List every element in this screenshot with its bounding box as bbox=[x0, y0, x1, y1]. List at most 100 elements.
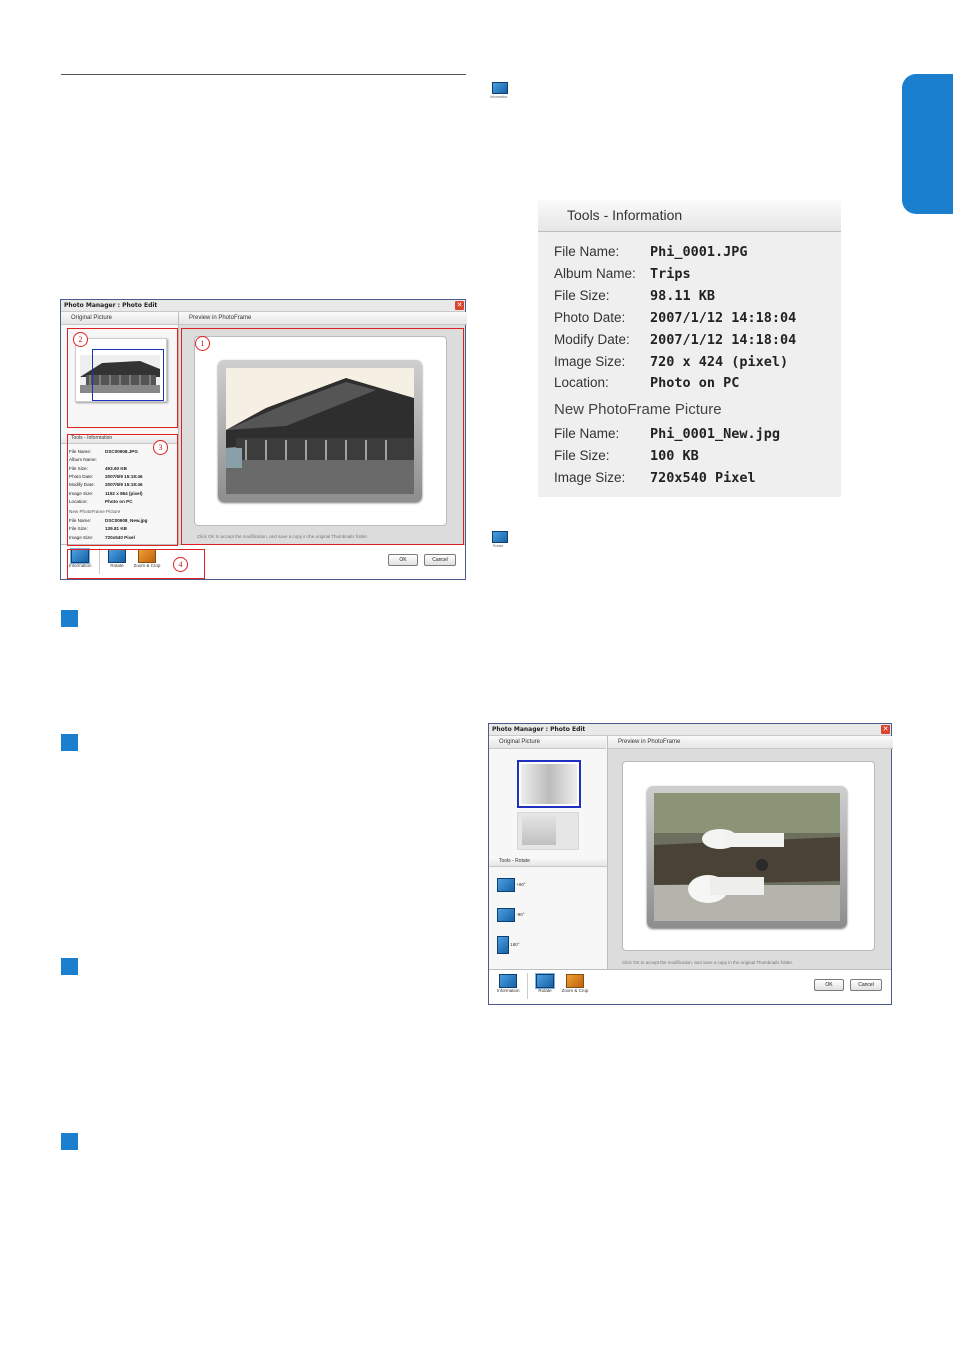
rotate-180-option[interactable]: 180° bbox=[497, 936, 537, 954]
callout-4: 4 bbox=[173, 557, 188, 572]
info-key: File Size: bbox=[69, 526, 88, 532]
info-value: DSC00908_New.jpg bbox=[105, 518, 148, 524]
info-row: Location: Photo on PC bbox=[554, 375, 739, 391]
new-info-row: File Size: 139.81 KB bbox=[69, 526, 127, 531]
info-value: 2007/1/12 14:18:04 bbox=[650, 331, 797, 348]
window-title: Photo Manager : Photo Edit bbox=[61, 300, 465, 312]
step-marker-3 bbox=[61, 958, 78, 975]
cancel-button[interactable]: Cancel bbox=[850, 979, 882, 991]
info-key: Image Size: bbox=[69, 490, 94, 496]
close-icon[interactable]: ✕ bbox=[455, 301, 464, 310]
info-value: 139.81 KB bbox=[105, 526, 127, 532]
section-rule bbox=[61, 74, 466, 75]
callout-2: 2 bbox=[73, 332, 88, 347]
info-value: 493.60 KB bbox=[105, 465, 127, 471]
close-icon[interactable]: ✕ bbox=[881, 725, 890, 734]
zoom-crop-tool[interactable]: Zoom & Crop bbox=[561, 974, 589, 993]
cancel-button[interactable]: Cancel bbox=[424, 554, 456, 566]
information-icon-label: Information bbox=[490, 95, 508, 99]
info-key: Location: bbox=[554, 375, 609, 391]
info-row: Photo Date: 2007/6/9 15:18:46 bbox=[69, 474, 143, 479]
info-row: File Name: DSC00908.JPG bbox=[69, 449, 138, 454]
info-row: Modify Date: 2007/1/12 14:18:04 bbox=[554, 332, 796, 348]
step-marker-1 bbox=[61, 610, 78, 627]
photo-edit-window-rotate: Photo Manager : Photo Edit ✕ Original Pi… bbox=[488, 723, 893, 1005]
rotate-icon bbox=[535, 973, 555, 989]
language-side-tab bbox=[902, 74, 953, 214]
original-thumbnail[interactable] bbox=[517, 760, 581, 808]
rotate-minus90-label: -90° bbox=[516, 912, 525, 918]
info-key: File Size: bbox=[554, 448, 610, 464]
rotate-plus90-option[interactable]: +90° bbox=[497, 878, 537, 892]
rotate-180-label: 180° bbox=[510, 942, 520, 948]
original-picture-header: Original Picture bbox=[61, 312, 178, 325]
info-key: File Name: bbox=[554, 426, 620, 442]
ghost-photo bbox=[522, 815, 556, 845]
ok-button[interactable]: OK bbox=[814, 979, 844, 991]
rotate-tool-label: Rotate bbox=[538, 988, 552, 993]
info-key: File Size: bbox=[554, 287, 610, 303]
info-key: Image Size: bbox=[554, 470, 626, 486]
rotate-minus90-option[interactable]: -90° bbox=[497, 908, 537, 922]
info-value: 720 x 424 (pixel) bbox=[650, 353, 789, 370]
step-marker-2 bbox=[61, 734, 78, 751]
new-info-row: File Name: DSC00908_New.jpg bbox=[69, 518, 147, 523]
info-value: DSC00908.JPG bbox=[105, 449, 138, 454]
callout-1: 1 bbox=[195, 336, 210, 351]
rotated-thumbnail-ghost bbox=[517, 812, 579, 850]
info-key: Photo Date: bbox=[69, 473, 94, 479]
new-photoframe-title: New PhotoFrame Picture bbox=[69, 509, 121, 515]
window-title: Photo Manager : Photo Edit bbox=[489, 724, 891, 736]
zoom-crop-tool-label: Zoom & Crop bbox=[561, 988, 589, 993]
info-row: Photo Date: 2007/1/12 14:18:04 bbox=[554, 310, 796, 326]
preview-photo bbox=[654, 793, 840, 921]
info-key: Location: bbox=[69, 498, 88, 504]
info-row: Image Size: 1152 x 864 (pixel) bbox=[69, 491, 143, 496]
hint-text: Click OK to accept the modification, and… bbox=[622, 960, 794, 965]
ok-button[interactable]: OK bbox=[388, 554, 418, 566]
info-row: File Size: 98.11 KB bbox=[554, 288, 715, 304]
info-key: File Size: bbox=[69, 465, 88, 471]
callout-3: 3 bbox=[153, 440, 168, 455]
info-row: File Size: 493.60 KB bbox=[69, 466, 127, 471]
info-value: 1152 x 864 (pixel) bbox=[105, 490, 143, 496]
info-value: 720x540 Pixel bbox=[105, 534, 135, 540]
info-value: 2007/6/9 15:18:46 bbox=[105, 473, 143, 479]
info-row: Image Size: 720 x 424 (pixel) bbox=[554, 354, 788, 370]
information-icon bbox=[492, 82, 508, 94]
info-value: Phi_0001.JPG bbox=[650, 244, 748, 260]
new-info-row: Image Size: 720x540 Pixel bbox=[554, 470, 756, 486]
info-row: Album Name: bbox=[69, 457, 105, 462]
rotate-plus90-label: +90° bbox=[516, 882, 526, 888]
new-info-row: Image Size: 720x540 Pixel bbox=[69, 535, 135, 540]
rotate-tool[interactable]: Rotate bbox=[535, 973, 555, 993]
info-key: Photo Date: bbox=[554, 309, 626, 325]
information-tool[interactable]: Information bbox=[497, 974, 520, 993]
step-marker-4 bbox=[61, 1133, 78, 1150]
rotate-ccw-icon bbox=[497, 908, 515, 922]
info-value: 2007/6/9 15:18:46 bbox=[105, 482, 143, 488]
panel-header: Tools - Information bbox=[538, 200, 841, 232]
original-picture-header: Original Picture bbox=[489, 736, 606, 749]
info-value: Photo on PC bbox=[650, 375, 740, 392]
info-value: 98.11 KB bbox=[650, 287, 716, 304]
info-key: Modify Date: bbox=[69, 482, 95, 488]
tools-header: Tools - Rotate bbox=[489, 857, 607, 867]
info-value: 100 KB bbox=[650, 448, 699, 465]
tools-information-panel: Tools - Information File Name: Phi_0001.J… bbox=[538, 200, 841, 497]
info-value: Photo on PC bbox=[105, 498, 133, 504]
information-icon bbox=[499, 974, 517, 988]
info-key: Album Name: bbox=[69, 457, 97, 463]
photo-edit-window-information: Photo Manager : Photo Edit ✕ Original Pi… bbox=[60, 299, 467, 580]
preview-header: Preview in PhotoFrame bbox=[608, 736, 893, 749]
tool-divider bbox=[527, 973, 528, 999]
info-key: File Name: bbox=[69, 449, 92, 454]
rotate-icon-label: Rotate bbox=[493, 544, 504, 548]
info-value: Phi_0001_New.jpg bbox=[650, 426, 781, 443]
info-key: Image Size: bbox=[69, 534, 94, 540]
info-value: 2007/1/12 14:18:04 bbox=[650, 309, 797, 326]
preview-header: Preview in PhotoFrame bbox=[179, 312, 467, 325]
info-value: 720x540 Pixel bbox=[650, 470, 756, 487]
info-value: Trips bbox=[650, 265, 691, 282]
tool-bar: Information Rotate Zoom & Crop OK Cancel bbox=[489, 969, 891, 1004]
